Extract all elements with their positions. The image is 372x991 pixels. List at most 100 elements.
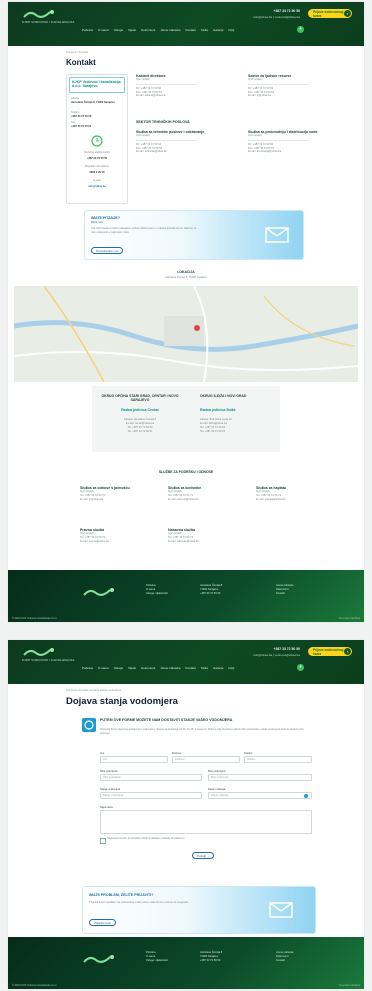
section-label: SEKTOR TEHNIČKIH POSLOVA bbox=[136, 120, 190, 124]
footer-logo[interactable] bbox=[82, 953, 116, 965]
submit-button[interactable]: Pošalji › bbox=[192, 852, 214, 859]
company-logo[interactable] bbox=[22, 647, 56, 658]
department-sub: Opći podaci bbox=[248, 78, 262, 82]
site-header: KJKP VODOVOD I KANALIZACIJA +387 33 72 5… bbox=[8, 2, 364, 46]
header-email[interactable]: info@viksa.ba | vodovod@viksa.ba bbox=[253, 653, 300, 657]
footer-logo[interactable] bbox=[82, 586, 116, 598]
report-button[interactable]: Prijavite kvar bbox=[89, 919, 117, 926]
email-value[interactable]: info@viksa.ba bbox=[71, 185, 123, 189]
last-name-input[interactable]: Prezime bbox=[172, 756, 240, 763]
nav-item[interactable]: Tarife bbox=[201, 666, 208, 670]
report-fault-button[interactable]: Prijava vodovodnog kvara › bbox=[308, 9, 352, 18]
arrow-right-icon: › bbox=[344, 10, 351, 17]
tech-line[interactable]: E-mail: distribucija@viksa.ba bbox=[248, 150, 318, 154]
nav-item[interactable]: Galerija bbox=[213, 28, 223, 32]
email-label: E-mail bbox=[93, 179, 101, 182]
reading-date-input[interactable]: Datum očitanja bbox=[208, 792, 312, 799]
nav-item[interactable]: Usluge bbox=[114, 666, 123, 670]
nav-item[interactable]: FAQ bbox=[228, 28, 234, 32]
header-phone[interactable]: +387 33 72 50 50 bbox=[274, 9, 301, 13]
unit-line[interactable]: E-mail: pravna@viksa.ba bbox=[80, 540, 144, 544]
header-email[interactable]: info@viksa.ba | vodovod@viksa.ba bbox=[253, 15, 300, 19]
footer-link[interactable]: Usluge i djelatnosti bbox=[146, 592, 168, 596]
nav-item[interactable]: O nama bbox=[98, 666, 109, 670]
company-name: KJKP Vodovod i kanalizacija d.o.o. Saraj… bbox=[69, 77, 125, 93]
message-label: Napomena bbox=[100, 806, 113, 809]
search-icon[interactable]: + bbox=[297, 664, 304, 671]
nav-item[interactable]: Početna bbox=[82, 28, 93, 32]
phone-value[interactable]: +387 33 72 50 50 bbox=[71, 115, 91, 119]
page-title: Kontakt bbox=[66, 58, 96, 67]
sector-line: Tel: +387 33 72 50 63 bbox=[200, 430, 226, 433]
department-line[interactable]: E-mail: ljr@viksa.ba bbox=[248, 94, 314, 98]
form-lead-title: PUTEM OVE FORME MOŽETE NAM DOSTAVITI STA… bbox=[100, 718, 233, 722]
nav-item[interactable]: Tarife bbox=[201, 28, 208, 32]
phone-24h[interactable]: +387 33 72 50 50 bbox=[71, 157, 123, 161]
unit-line[interactable]: E-mail: naplata@viksa.ba bbox=[256, 498, 320, 502]
consent-text: Saglasan/na sam sa obradom ličnih podata… bbox=[107, 837, 186, 840]
hotline-value[interactable]: 0800 2 20 15 bbox=[71, 171, 123, 175]
nav-item[interactable]: Kontakt bbox=[186, 666, 196, 670]
nav-item[interactable]: FAQ bbox=[228, 666, 234, 670]
calendar-icon[interactable] bbox=[304, 794, 308, 798]
search-icon[interactable]: + bbox=[297, 26, 304, 33]
nav-item[interactable]: Vijesti bbox=[128, 28, 136, 32]
nav-item[interactable]: Galerija bbox=[213, 666, 223, 670]
unit-block: Služba za naplatu Opći podaci Tel: +387 … bbox=[256, 486, 320, 501]
tech-line[interactable]: E-mail: tehnicka@viksa.ba bbox=[136, 150, 206, 154]
footer-text[interactable]: +387 33 72 50 50 bbox=[200, 592, 222, 596]
footer-text[interactable]: +387 33 72 50 50 bbox=[200, 959, 222, 963]
meter-icon bbox=[82, 718, 96, 732]
nav-item[interactable]: Kontakt bbox=[186, 28, 196, 32]
banner-text: Prijavite kvar ili problem na vodovodnoj… bbox=[89, 901, 189, 904]
envelope-icon bbox=[269, 902, 293, 918]
unit-line[interactable]: E-mail: nabavke@viksa.ba bbox=[168, 540, 232, 544]
unit-line[interactable]: E-mail: korisnici@viksa.ba bbox=[168, 498, 232, 502]
sector-line: Tel: +387 33 72 50 61 bbox=[127, 430, 153, 433]
first-name-input[interactable]: Ime bbox=[100, 756, 168, 763]
nav-item[interactable]: Javne nabavke bbox=[160, 28, 180, 32]
phone-input[interactable]: Telefon bbox=[244, 756, 312, 763]
nav-item[interactable]: Dokumenti bbox=[141, 666, 155, 670]
footer-link[interactable]: Kontakt bbox=[276, 959, 293, 963]
location-map[interactable] bbox=[14, 286, 358, 382]
nav-item[interactable]: Dokumenti bbox=[141, 28, 155, 32]
sector-title: OKRUG ILIDŽA I NOVI GRAD bbox=[200, 394, 247, 398]
consent-checkbox[interactable] bbox=[100, 838, 106, 844]
tech-block: Služba za tehničke poslove i održavanje … bbox=[136, 130, 206, 154]
company-logo[interactable] bbox=[22, 9, 56, 20]
meter-number-input[interactable]: Broj vodomjera bbox=[208, 774, 312, 781]
unit-line[interactable]: E-mail: pr@viksa.ba bbox=[80, 498, 144, 502]
banner-title: IMATE PROBLEM, ŽELITE PRIJAVITI? bbox=[89, 893, 154, 897]
header-phone[interactable]: +387 33 72 50 50 bbox=[274, 647, 301, 651]
contact-us-button[interactable]: Kontaktirajte nas bbox=[91, 247, 124, 254]
main-nav: Početna O nama Usluge Vijesti Dokumenti … bbox=[82, 666, 234, 670]
department-block: Sektor za ljudske resurse Opći podaci Te… bbox=[248, 74, 314, 98]
field-label: Stanje vodomjera bbox=[100, 788, 121, 791]
message-textarea[interactable] bbox=[100, 810, 312, 834]
site-footer: Početna O nama Usluge i djelatnosti Jaro… bbox=[8, 570, 364, 622]
footer-col-more: Javne nabavke Dokumenti Kontakt bbox=[276, 584, 293, 595]
units-title: SLUŽBE ZA PODRŠKU I ODNOSE bbox=[158, 470, 214, 474]
nav-item[interactable]: Usluge bbox=[114, 28, 123, 32]
page-title: Dojava stanja vodomjera bbox=[66, 696, 178, 707]
nav-item[interactable]: Početna bbox=[82, 666, 93, 670]
form-lead-text: Popunite formu ispod sa podacima o vodom… bbox=[100, 728, 304, 735]
nav-item[interactable]: O nama bbox=[98, 28, 109, 32]
department-sub: Opći podaci bbox=[136, 78, 150, 82]
report-fault-button[interactable]: Prijava vodovodnog kvara › bbox=[308, 647, 352, 656]
department-line[interactable]: E-mail: kabinet@viksa.ba bbox=[136, 94, 202, 98]
meter-reading-input[interactable]: Stanje vodomjera bbox=[100, 792, 202, 799]
breadcrumb: Početna / Kontakt bbox=[66, 50, 89, 54]
map-canvas bbox=[14, 286, 358, 382]
main-nav: Početna O nama Usluge Vijesti Dokumenti … bbox=[82, 28, 234, 32]
nav-item[interactable]: Vijesti bbox=[128, 666, 136, 670]
customer-code-input[interactable]: Šifra potrošača bbox=[100, 774, 202, 781]
hotline-label: Besplatni info telefon bbox=[84, 165, 110, 168]
footer-link[interactable]: Usluge i djelatnosti bbox=[146, 959, 168, 963]
location-title: LOKACIJA bbox=[177, 270, 195, 274]
divider bbox=[136, 140, 196, 141]
nav-item[interactable]: Javne nabavke bbox=[160, 666, 180, 670]
field-label: Telefon bbox=[244, 752, 253, 755]
footer-link[interactable]: Kontakt bbox=[276, 592, 293, 596]
